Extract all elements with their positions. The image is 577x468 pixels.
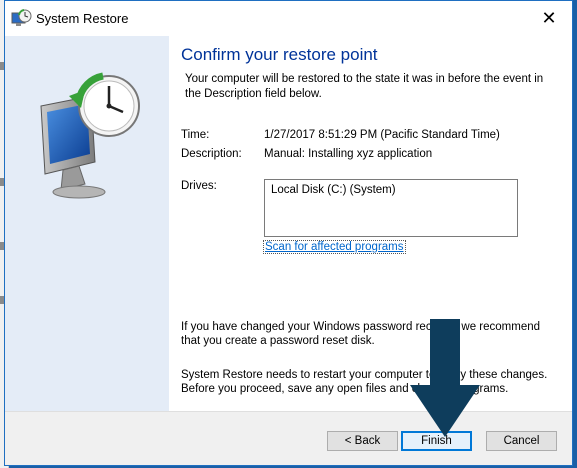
- desktop-edge: [573, 0, 577, 468]
- system-restore-dialog: System Restore ✕ Confirm your restore po…: [4, 0, 573, 466]
- finish-button[interactable]: Finish: [401, 431, 472, 451]
- intro-text: Your computer will be restored to the st…: [185, 73, 544, 100]
- title-bar[interactable]: System Restore ✕: [5, 1, 572, 36]
- drives-list[interactable]: Local Disk (C:) (System): [264, 179, 518, 237]
- description-label: Description:: [181, 148, 242, 160]
- back-button[interactable]: < Back: [327, 431, 398, 451]
- button-bar: < Back Finish Cancel: [5, 411, 572, 465]
- content-panel: Confirm your restore point Your computer…: [169, 36, 572, 412]
- scan-affected-programs-link[interactable]: Scan for affected programs: [263, 240, 406, 254]
- time-value: 1/27/2017 8:51:29 PM (Pacific Standard T…: [264, 129, 500, 141]
- restore-computer-clock-icon: [40, 72, 140, 199]
- description-value: Manual: Installing xyz application: [264, 148, 433, 160]
- close-icon: ✕: [541, 8, 557, 28]
- page-title: Confirm your restore point: [181, 45, 378, 64]
- cancel-button[interactable]: Cancel: [486, 431, 557, 451]
- drives-label: Drives:: [181, 180, 217, 192]
- window-title: System Restore: [36, 11, 129, 26]
- time-label: Time:: [181, 129, 210, 141]
- side-panel: [5, 36, 170, 412]
- restart-warning-note: System Restore needs to restart your com…: [181, 369, 548, 395]
- password-reset-note: If you have changed your Windows passwor…: [181, 321, 541, 347]
- list-item[interactable]: Local Disk (C:) (System): [271, 184, 396, 196]
- system-restore-icon: [11, 9, 32, 26]
- close-button[interactable]: ✕: [526, 1, 572, 36]
